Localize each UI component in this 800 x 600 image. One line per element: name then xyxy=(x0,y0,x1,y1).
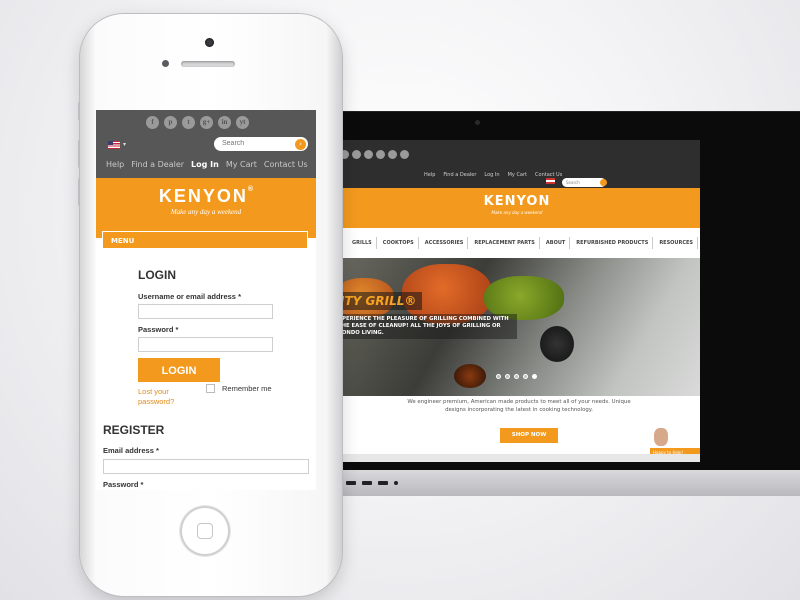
lost-password-link[interactable]: Lost your password? xyxy=(138,387,198,407)
tagline: Make any day a weekend xyxy=(170,208,242,216)
twitter-icon[interactable] xyxy=(364,150,373,159)
slider-dot[interactable] xyxy=(532,374,537,379)
slider-dot[interactable] xyxy=(496,374,501,379)
linkedin-icon[interactable]: in xyxy=(218,116,231,129)
laptop-menu-cooktops[interactable]: COOKTOPS xyxy=(379,237,419,249)
help-avatar xyxy=(654,428,668,446)
phone-speaker xyxy=(181,61,235,67)
register-password-label: Password * xyxy=(103,480,144,489)
nav-contact[interactable]: Contact Us xyxy=(264,160,308,169)
laptop-ports xyxy=(336,478,556,488)
password-label: Password * xyxy=(138,325,179,334)
remember-me-label: Remember me xyxy=(222,384,272,393)
register-email-field[interactable] xyxy=(103,459,309,474)
pinterest-icon[interactable]: p xyxy=(164,116,177,129)
laptop-main-menu: GRILLS COOKTOPS ACCESSORIES REPLACEMENT … xyxy=(348,237,699,249)
laptop-menu-about[interactable]: ABOUT xyxy=(542,237,571,249)
laptop-topbar xyxy=(334,140,700,188)
nav-login[interactable]: Log In xyxy=(191,160,219,169)
googleplus-icon[interactable] xyxy=(376,150,385,159)
laptop-hero-slider[interactable]: ITY GRILL® XPERIENCE THE PLEASURE OF GRI… xyxy=(334,258,700,396)
register-heading: REGISTER xyxy=(103,423,165,437)
phone-top-nav: Help Find a Dealer Log In My Cart Contac… xyxy=(106,160,308,169)
menu-button[interactable]: MENU xyxy=(102,231,308,249)
laptop-top-nav: Help Find a Dealer Log In My Cart Contac… xyxy=(424,172,562,178)
us-flag-icon[interactable] xyxy=(108,141,120,149)
laptop-description: We engineer premium, American made produ… xyxy=(407,399,631,413)
username-field[interactable] xyxy=(138,304,273,319)
laptop-search-button[interactable] xyxy=(600,179,607,186)
login-button[interactable]: LOGIN xyxy=(138,358,220,382)
hero-text: XPERIENCE THE PLEASURE OF GRILLING COMBI… xyxy=(334,314,517,339)
slider-dot[interactable] xyxy=(523,374,528,379)
phone-screen: f p t g+ in yt ▾ › Help Find a Dealer Lo… xyxy=(96,110,316,490)
shop-now-button[interactable]: SHOP NOW xyxy=(500,428,558,443)
slider-dot[interactable] xyxy=(514,374,519,379)
laptop-nav-help[interactable]: Help xyxy=(424,172,435,178)
slider-dot[interactable] xyxy=(505,374,510,379)
laptop-menu-resources[interactable]: RESOURCES xyxy=(655,237,699,249)
laptop-footer-strip xyxy=(334,454,700,462)
laptop-tagline: Make any day a weekend xyxy=(491,210,543,215)
home-square-icon xyxy=(197,523,213,539)
laptop-nav-find-dealer[interactable]: Find a Dealer xyxy=(443,172,476,178)
register-email-label: Email address * xyxy=(103,446,159,455)
slider-dots xyxy=(496,374,537,379)
phone-sensor xyxy=(162,60,169,67)
linkedin-icon[interactable] xyxy=(388,150,397,159)
laptop-menu-accessories[interactable]: ACCESSORIES xyxy=(421,237,469,249)
youtube-icon[interactable]: yt xyxy=(236,116,249,129)
laptop-logo[interactable]: KENYON xyxy=(334,194,700,209)
grill-knob xyxy=(454,364,486,388)
laptop-menu-replacement-parts[interactable]: REPLACEMENT PARTS xyxy=(470,237,540,249)
googleplus-icon[interactable]: g+ xyxy=(200,116,213,129)
search-input[interactable] xyxy=(214,137,308,151)
laptop-screen: Help Find a Dealer Log In My Cart Contac… xyxy=(334,140,700,462)
laptop-social-icons xyxy=(340,150,409,159)
phone-social-icons: f p t g+ in yt xyxy=(146,116,249,129)
laptop-menu-grills[interactable]: GRILLS xyxy=(348,237,377,249)
chevron-down-icon[interactable]: ▾ xyxy=(123,141,126,148)
laptop-flag-icon[interactable] xyxy=(546,178,555,184)
nav-help[interactable]: Help xyxy=(106,160,124,169)
laptop-menu-refurbished[interactable]: REFURBISHED PRODUCTS xyxy=(572,237,654,249)
nav-cart[interactable]: My Cart xyxy=(226,160,257,169)
laptop-nav-cart[interactable]: My Cart xyxy=(508,172,527,178)
phone-front-camera xyxy=(205,38,214,47)
facebook-icon[interactable]: f xyxy=(146,116,159,129)
grill-knob xyxy=(540,326,574,362)
twitter-icon[interactable]: t xyxy=(182,116,195,129)
youtube-icon[interactable] xyxy=(400,150,409,159)
login-heading: LOGIN xyxy=(138,268,176,282)
kenyon-logo[interactable]: KENYON® xyxy=(96,186,316,207)
registered-mark: ® xyxy=(247,186,254,193)
hero-title: ITY GRILL® xyxy=(334,292,423,310)
logo-text: KENYON xyxy=(158,186,248,206)
laptop-nav-login[interactable]: Log In xyxy=(484,172,499,178)
remember-me-checkbox[interactable] xyxy=(206,384,215,393)
pinterest-icon[interactable] xyxy=(352,150,361,159)
search-icon[interactable]: › xyxy=(295,139,306,150)
nav-find-dealer[interactable]: Find a Dealer xyxy=(131,160,184,169)
password-field[interactable] xyxy=(138,337,273,352)
laptop-camera xyxy=(475,120,480,125)
username-label: Username or email address * xyxy=(138,292,241,301)
